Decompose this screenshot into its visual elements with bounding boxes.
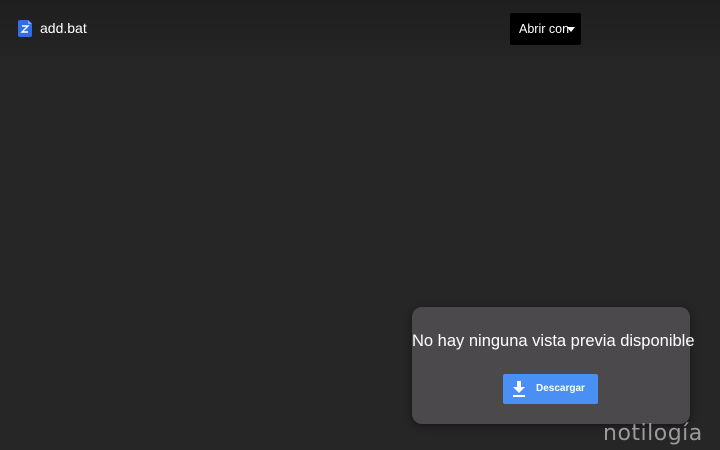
download-icon bbox=[513, 381, 525, 397]
no-preview-message: No hay ninguna vista previa disponible bbox=[412, 332, 695, 350]
caret-down-icon bbox=[567, 27, 575, 32]
download-button[interactable]: Descargar bbox=[503, 374, 598, 404]
open-with-button[interactable]: Abrir con bbox=[510, 13, 581, 45]
file-name: add.bat bbox=[40, 20, 87, 36]
download-label: Descargar bbox=[536, 383, 585, 394]
no-preview-card: No hay ninguna vista previa disponible D… bbox=[412, 307, 695, 424]
watermark-logo: notilogía bbox=[603, 421, 703, 446]
bat-file-icon bbox=[18, 20, 32, 37]
open-with-label: Abrir con bbox=[519, 22, 570, 36]
top-bar: add.bat Abrir con bbox=[0, 0, 720, 56]
